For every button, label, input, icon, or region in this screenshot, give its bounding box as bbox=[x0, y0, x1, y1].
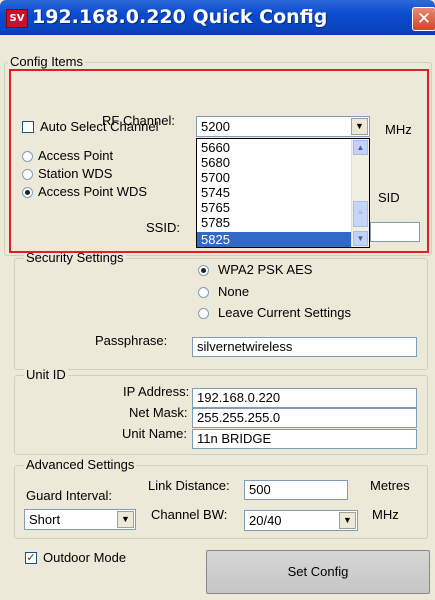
channel-bw-select[interactable]: 20/40 ▼ bbox=[244, 510, 358, 531]
security-settings-legend: Security Settings bbox=[24, 250, 126, 265]
title-bar[interactable]: SV 192.168.0.220 Quick Config ✕ bbox=[0, 0, 435, 35]
mode-label-access-point-wds: Access Point WDS bbox=[38, 184, 148, 199]
link-distance-input[interactable]: 500 bbox=[244, 480, 348, 500]
mode-radio-access-point-wds[interactable] bbox=[22, 187, 33, 198]
outdoor-mode-label: Outdoor Mode bbox=[43, 550, 127, 565]
dropdown-option[interactable]: 5660 bbox=[197, 140, 352, 155]
security-label-none: None bbox=[218, 284, 250, 299]
outdoor-mode-checkbox[interactable]: ✓ bbox=[25, 552, 37, 564]
rf-channel-value: 5200 bbox=[201, 119, 230, 134]
guard-interval-label: Guard Interval: bbox=[26, 488, 112, 503]
chevron-down-icon[interactable]: ▼ bbox=[351, 118, 368, 135]
auto-select-checkbox[interactable] bbox=[22, 121, 34, 133]
security-radio-leave-current[interactable] bbox=[198, 308, 209, 319]
mode-radio-access-point[interactable] bbox=[22, 151, 33, 162]
advanced-settings-legend: Advanced Settings bbox=[24, 457, 137, 472]
security-label-leave-current: Leave Current Settings bbox=[218, 305, 351, 320]
channel-bw-unit: MHz bbox=[372, 507, 399, 522]
unit-name-label: Unit Name: bbox=[122, 426, 188, 441]
mode-label-station-wds: Station WDS bbox=[38, 166, 113, 181]
chevron-down-icon[interactable]: ▼ bbox=[339, 512, 356, 529]
unit-name-input[interactable]: 11n BRIDGE bbox=[192, 429, 417, 449]
scroll-up-icon[interactable]: ▲ bbox=[353, 140, 368, 155]
mode-label-access-point: Access Point bbox=[38, 148, 114, 163]
ssid-label: SSID: bbox=[146, 220, 180, 235]
link-distance-label: Link Distance: bbox=[148, 478, 230, 493]
rf-channel-unit: MHz bbox=[385, 122, 412, 137]
security-radio-none[interactable] bbox=[198, 287, 209, 298]
auto-select-label: Auto Select Channel bbox=[40, 119, 159, 134]
dropdown-option[interactable]: 5680 bbox=[197, 155, 352, 170]
dropdown-option[interactable]: 5765 bbox=[197, 200, 352, 215]
channel-bw-value: 20/40 bbox=[249, 513, 282, 528]
passphrase-input[interactable]: silvernetwireless bbox=[192, 337, 417, 357]
dropdown-option[interactable]: 5700 bbox=[197, 170, 352, 185]
guard-interval-select[interactable]: Short ▼ bbox=[24, 509, 136, 530]
dropdown-option[interactable]: 5745 bbox=[197, 185, 352, 200]
ssid-input[interactable] bbox=[370, 222, 420, 242]
security-radio-wpa2[interactable] bbox=[198, 265, 209, 276]
chevron-down-icon[interactable]: ▼ bbox=[117, 511, 134, 528]
close-button[interactable]: ✕ bbox=[412, 7, 435, 31]
rf-channel-select[interactable]: 5200 ▼ bbox=[196, 116, 370, 137]
guard-interval-value: Short bbox=[29, 512, 61, 527]
app-logo-icon: SV bbox=[6, 9, 28, 28]
mode-radio-station-wds[interactable] bbox=[22, 169, 33, 180]
net-mask-label: Net Mask: bbox=[129, 405, 188, 420]
scroll-down-icon[interactable]: ▼ bbox=[353, 231, 368, 246]
ip-address-input[interactable]: 192.168.0.220 bbox=[192, 388, 417, 408]
security-label-wpa2: WPA2 PSK AES bbox=[218, 262, 313, 277]
passphrase-label: Passphrase: bbox=[95, 333, 168, 348]
scrollbar-thumb[interactable]: ≡ bbox=[353, 201, 368, 227]
net-mask-input[interactable]: 255.255.255.0 bbox=[192, 408, 417, 428]
channel-dropdown-list[interactable]: 5660 5680 5700 5745 5765 5785 5805 5825 … bbox=[196, 138, 370, 248]
dropdown-scrollbar[interactable]: ▲ ≡ ▼ bbox=[351, 139, 369, 247]
link-distance-unit: Metres bbox=[370, 478, 410, 493]
set-config-button[interactable]: Set Config bbox=[206, 550, 430, 594]
ip-address-label: IP Address: bbox=[123, 384, 190, 399]
window-title: 192.168.0.220 Quick Config bbox=[32, 6, 328, 28]
config-items-legend: Config Items bbox=[8, 54, 85, 69]
dropdown-option[interactable]: 5785 bbox=[197, 215, 352, 230]
dropdown-option-selected[interactable]: 5825 bbox=[197, 232, 352, 247]
unit-id-legend: Unit ID bbox=[24, 367, 68, 382]
channel-bw-label: Channel BW: bbox=[151, 507, 228, 522]
ssid-label-partial: SID bbox=[378, 190, 400, 205]
quick-config-window: SV 192.168.0.220 Quick Config ✕ Config I… bbox=[0, 0, 435, 600]
